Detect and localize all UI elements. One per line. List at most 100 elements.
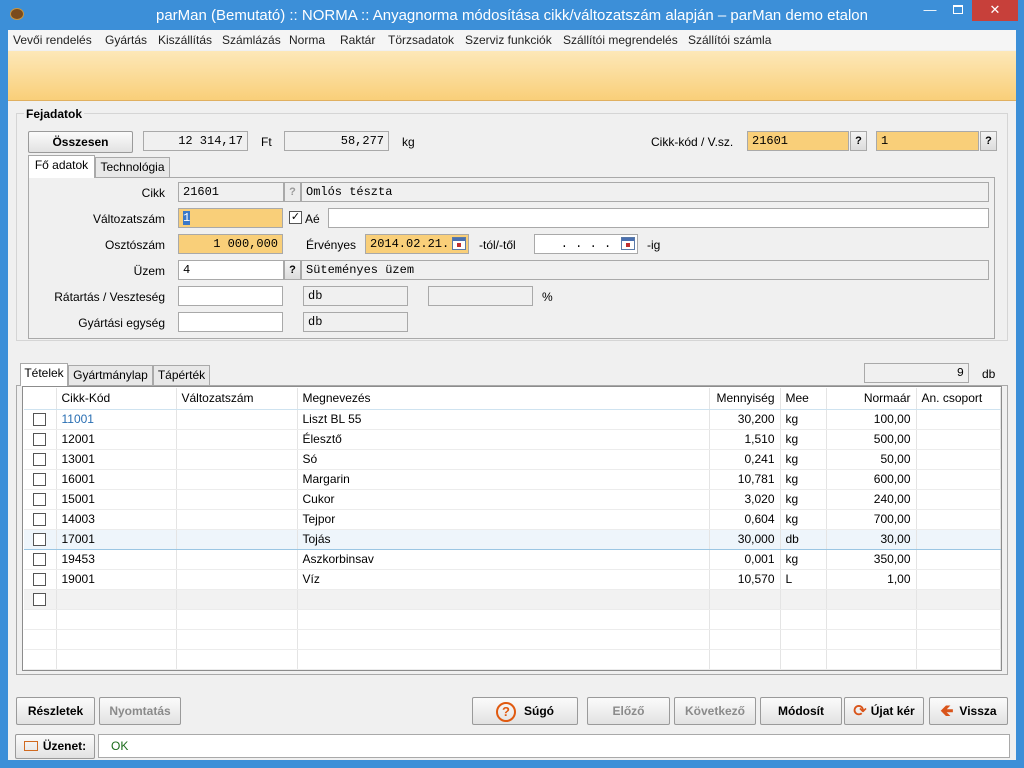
row-checkbox[interactable]: [33, 453, 47, 467]
empty-cell: [709, 609, 781, 630]
tab-technologia[interactable]: Technológia: [95, 157, 170, 178]
table-row[interactable]: 11001 Liszt BL 55 30,200 kg 100,00: [24, 409, 1001, 430]
mennyiseg-cell: 0,001: [709, 549, 781, 570]
empty-cell: [709, 629, 781, 650]
row-checkbox[interactable]: [33, 473, 47, 487]
empty-row[interactable]: [24, 649, 1001, 670]
osszesen-button[interactable]: Összesen: [28, 131, 133, 153]
ae-checkbox[interactable]: ✓: [289, 211, 302, 224]
table-row[interactable]: 13001 Só 0,241 kg 50,00: [24, 449, 1001, 470]
version-field[interactable]: 1: [876, 131, 979, 151]
close-button[interactable]: ✕: [972, 0, 1018, 21]
table-row[interactable]: 14003 Tejpor 0,604 kg 700,00: [24, 509, 1001, 530]
osztoszam-field[interactable]: 1 000,000: [178, 234, 283, 254]
table-row[interactable]: 16001 Margarin 10,781 kg 600,00: [24, 469, 1001, 490]
tab-tetelek[interactable]: Tételek: [20, 363, 68, 386]
table-row[interactable]: 19001 Víz 10,570 L 1,00: [24, 569, 1001, 590]
empty-row[interactable]: [24, 629, 1001, 650]
vissza-button[interactable]: 🡸 Vissza: [929, 697, 1008, 725]
normaar-cell: 50,00: [826, 449, 917, 470]
ujat-ker-button[interactable]: ⟳ Újat kér: [844, 697, 924, 725]
mee-cell: kg: [780, 429, 827, 450]
row-checkbox[interactable]: [33, 593, 47, 607]
menu-szamlazas[interactable]: Számlázás: [222, 33, 281, 47]
elozo-button[interactable]: Előző: [587, 697, 670, 725]
row-checkbox[interactable]: [33, 433, 47, 447]
version-lookup-button[interactable]: ?: [980, 131, 997, 151]
table-row[interactable]: 19453 Aszkorbinsav 0,001 kg 350,00: [24, 549, 1001, 570]
normaar-cell: 500,00: [826, 429, 917, 450]
empty-cell: [297, 609, 710, 630]
column-header-mee[interactable]: Mee: [780, 388, 827, 410]
column-header-normaar[interactable]: Normaár: [826, 388, 917, 410]
column-header-an-csoport[interactable]: An. csoport: [916, 388, 1001, 410]
menu-szallitoi-megrendeles[interactable]: Szállítói megrendelés: [563, 33, 678, 47]
column-header-valtozatszam[interactable]: Változatszám: [176, 388, 298, 410]
mennyiseg-cell: 1,510: [709, 429, 781, 450]
ae-field[interactable]: [328, 208, 989, 228]
minimize-button[interactable]: —: [917, 0, 943, 21]
sugo-button[interactable]: ? Súgó: [472, 697, 578, 725]
cikk-kod-lookup-button[interactable]: ?: [850, 131, 867, 151]
column-header-mennyiseg[interactable]: Mennyiség: [709, 388, 781, 410]
menu-szallitoi-szamla[interactable]: Szállítói számla: [688, 33, 771, 47]
uzenet-button[interactable]: Üzenet:: [15, 734, 95, 759]
veszteseg-field: [428, 286, 533, 306]
modosit-button[interactable]: Módosít: [760, 697, 842, 725]
empty-cell: [916, 649, 1001, 670]
row-checkbox[interactable]: [33, 573, 47, 587]
nyomtatas-button[interactable]: Nyomtatás: [99, 697, 181, 725]
calendar-icon[interactable]: [621, 237, 635, 250]
row-checkbox[interactable]: [33, 553, 47, 567]
row-checkbox[interactable]: [33, 533, 47, 547]
uzem-code-field[interactable]: 4: [178, 260, 284, 280]
mennyiseg-cell: 3,020: [709, 489, 781, 510]
tab-gyartmanylap[interactable]: Gyártmánylap: [68, 365, 153, 386]
valtozatszam-field[interactable]: 1: [178, 208, 283, 228]
row-checkbox[interactable]: [33, 413, 47, 427]
menu-torzsadatok[interactable]: Törzsadatok: [388, 33, 454, 47]
menu-raktar[interactable]: Raktár: [340, 33, 375, 47]
ratartas-field[interactable]: [178, 286, 283, 306]
empty-cell: [24, 609, 57, 630]
table-row[interactable]: 12001 Élesztő 1,510 kg 500,00: [24, 429, 1001, 450]
empty-cell: [916, 589, 1001, 610]
cikk-lookup-button[interactable]: ?: [284, 182, 301, 202]
row-checkbox[interactable]: [33, 493, 47, 507]
menu-norma[interactable]: Norma: [289, 33, 325, 47]
empty-row[interactable]: [24, 609, 1001, 630]
header-banner: [8, 51, 1016, 101]
menu-vevoi-rendeles[interactable]: Vevői rendelés: [13, 33, 92, 47]
maximize-button[interactable]: [945, 0, 971, 21]
uzem-lookup-button[interactable]: ?: [284, 260, 301, 280]
menu-gyartas[interactable]: Gyártás: [105, 33, 147, 47]
gyartasi-egyseg-field[interactable]: [178, 312, 283, 332]
valtozatszam-value: 1: [183, 211, 191, 225]
reszletek-button[interactable]: Részletek: [16, 697, 95, 725]
client-area: Vevői rendelés Gyártás Kiszállítás Száml…: [8, 30, 1016, 760]
calendar-icon[interactable]: [452, 237, 466, 250]
an-csoport-cell: [916, 569, 1001, 590]
empty-cell: [176, 589, 298, 610]
table-row[interactable]: 15001 Cukor 3,020 kg 240,00: [24, 489, 1001, 510]
table-row[interactable]: 17001 Tojás 30,000 db 30,00: [24, 528, 1001, 550]
empty-cell: [176, 629, 298, 650]
column-header-megnevezes[interactable]: Megnevezés: [297, 388, 710, 410]
tab-fo-adatok[interactable]: Fő adatok: [28, 155, 95, 178]
tol-label: -tól/-től: [479, 238, 516, 252]
column-header-cikk-kod[interactable]: Cikk-Kód: [56, 388, 177, 410]
cikk-kod-field[interactable]: 21601: [747, 131, 849, 151]
empty-cell: [826, 649, 917, 670]
row-checkbox[interactable]: [33, 513, 47, 527]
tab-taperték[interactable]: Tápérték: [153, 365, 210, 386]
uzem-label: Üzem: [133, 264, 165, 278]
menu-kiszallitas[interactable]: Kiszállítás: [158, 33, 212, 47]
megnevezes-cell: Tejpor: [297, 509, 710, 530]
empty-row[interactable]: [24, 589, 1001, 610]
cikk-kod-cell: 19001: [56, 569, 177, 590]
kovetkezo-button[interactable]: Következő: [674, 697, 756, 725]
empty-cell: [56, 609, 177, 630]
menu-szerviz-funkciok[interactable]: Szerviz funkciók: [465, 33, 552, 47]
mee-cell: kg: [780, 409, 827, 430]
column-header-select[interactable]: [24, 388, 57, 410]
